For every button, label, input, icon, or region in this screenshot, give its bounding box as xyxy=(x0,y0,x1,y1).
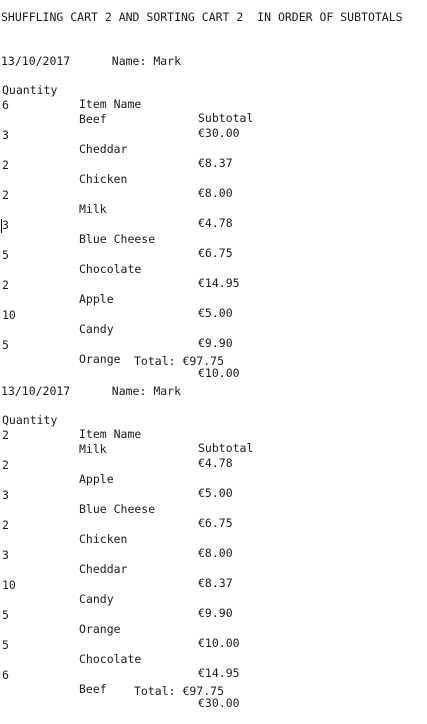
list-item: 2 Milk €4.78 xyxy=(1,414,421,470)
row-quantity: 3 xyxy=(2,128,9,142)
list-item: 2 Apple €5.00 xyxy=(1,264,421,320)
list-item: 10 Candy €9.90 xyxy=(1,294,421,350)
list-item: 2 Chicken €8.00 xyxy=(1,504,421,560)
row-quantity: 2 xyxy=(2,278,9,292)
list-item: 5 Chocolate €14.95 xyxy=(1,624,421,680)
column-headers: Quantity Item Name Subtotal xyxy=(1,69,421,125)
list-item: 3 Cheddar €8.37 xyxy=(1,114,421,170)
row-subtotal: €6.75 xyxy=(198,246,233,260)
row-item-name: Beef xyxy=(79,682,107,696)
row-subtotal: €8.00 xyxy=(198,546,233,560)
row-subtotal: €9.90 xyxy=(198,606,233,620)
cart-total: Total: €97.75 xyxy=(134,354,225,368)
row-quantity: 3 xyxy=(2,548,9,562)
list-item: 2 Chicken €8.00 xyxy=(1,144,421,200)
list-item: 2 Milk €4.78 xyxy=(1,174,421,230)
row-subtotal: €5.00 xyxy=(198,486,233,500)
row-subtotal: €30.00 xyxy=(198,696,240,710)
list-item: 5 Chocolate €14.95 xyxy=(1,234,421,290)
list-item: 3 Blue Cheese €6.75 xyxy=(1,474,421,530)
row-quantity: 10 xyxy=(2,308,16,322)
row-subtotal: €8.37 xyxy=(198,156,233,170)
row-subtotal: €8.37 xyxy=(198,576,233,590)
row-quantity: 5 xyxy=(2,608,9,622)
row-subtotal: €8.00 xyxy=(198,186,233,200)
row-subtotal: €4.78 xyxy=(198,216,233,230)
row-quantity: 2 xyxy=(2,158,9,172)
row-quantity: 2 xyxy=(2,458,9,472)
row-subtotal: €6.75 xyxy=(198,516,233,530)
item-name-header: Item Name xyxy=(79,427,142,441)
list-item: 6 Beef €30.00 xyxy=(1,654,421,710)
row-quantity: 3 xyxy=(2,488,9,502)
row-subtotal: €14.95 xyxy=(198,666,240,680)
text-cursor xyxy=(1,219,2,233)
row-quantity: 2 xyxy=(2,428,9,442)
row-quantity: 5 xyxy=(2,338,9,352)
console-title: SHUFFLING CART 2 AND SORTING CART 2 IN O… xyxy=(1,10,403,24)
row-subtotal: €14.95 xyxy=(198,276,240,290)
item-name-header: Item Name xyxy=(79,97,142,111)
list-item: 3 Cheddar €8.37 xyxy=(1,534,421,590)
row-quantity: 2 xyxy=(2,518,9,532)
row-quantity: 5 xyxy=(2,248,9,262)
row-item-name: Orange xyxy=(79,352,121,366)
row-subtotal: €9.90 xyxy=(198,336,233,350)
row-quantity: 6 xyxy=(2,98,9,112)
list-item: 6 Beef €30.00 xyxy=(1,84,421,140)
cart-header-line: 13/10/2017 Name: Mark xyxy=(1,54,182,68)
row-subtotal: €30.00 xyxy=(198,126,240,140)
row-subtotal: €5.00 xyxy=(198,306,233,320)
row-subtotal: €10.00 xyxy=(198,636,240,650)
cart-header-line: 13/10/2017 Name: Mark xyxy=(1,384,182,398)
row-subtotal: €10.00 xyxy=(198,366,240,380)
console-output: SHUFFLING CART 2 AND SORTING CART 2 IN O… xyxy=(0,0,427,721)
row-quantity: 5 xyxy=(2,638,9,652)
row-subtotal: €4.78 xyxy=(198,456,233,470)
row-quantity: 6 xyxy=(2,668,9,682)
list-item: 10 Candy €9.90 xyxy=(1,564,421,620)
list-item: 5 Orange €10.00 xyxy=(1,324,421,380)
list-item: 5 Orange €10.00 xyxy=(1,594,421,650)
row-quantity: 3 xyxy=(2,218,9,232)
row-quantity: 2 xyxy=(2,188,9,202)
column-headers: Quantity Item Name Subtotal xyxy=(1,399,421,455)
cart-total: Total: €97.75 xyxy=(134,684,225,698)
list-item: 2 Apple €5.00 xyxy=(1,444,421,500)
row-quantity: 10 xyxy=(2,578,16,592)
list-item: 3 Blue Cheese €6.75 xyxy=(1,204,421,260)
